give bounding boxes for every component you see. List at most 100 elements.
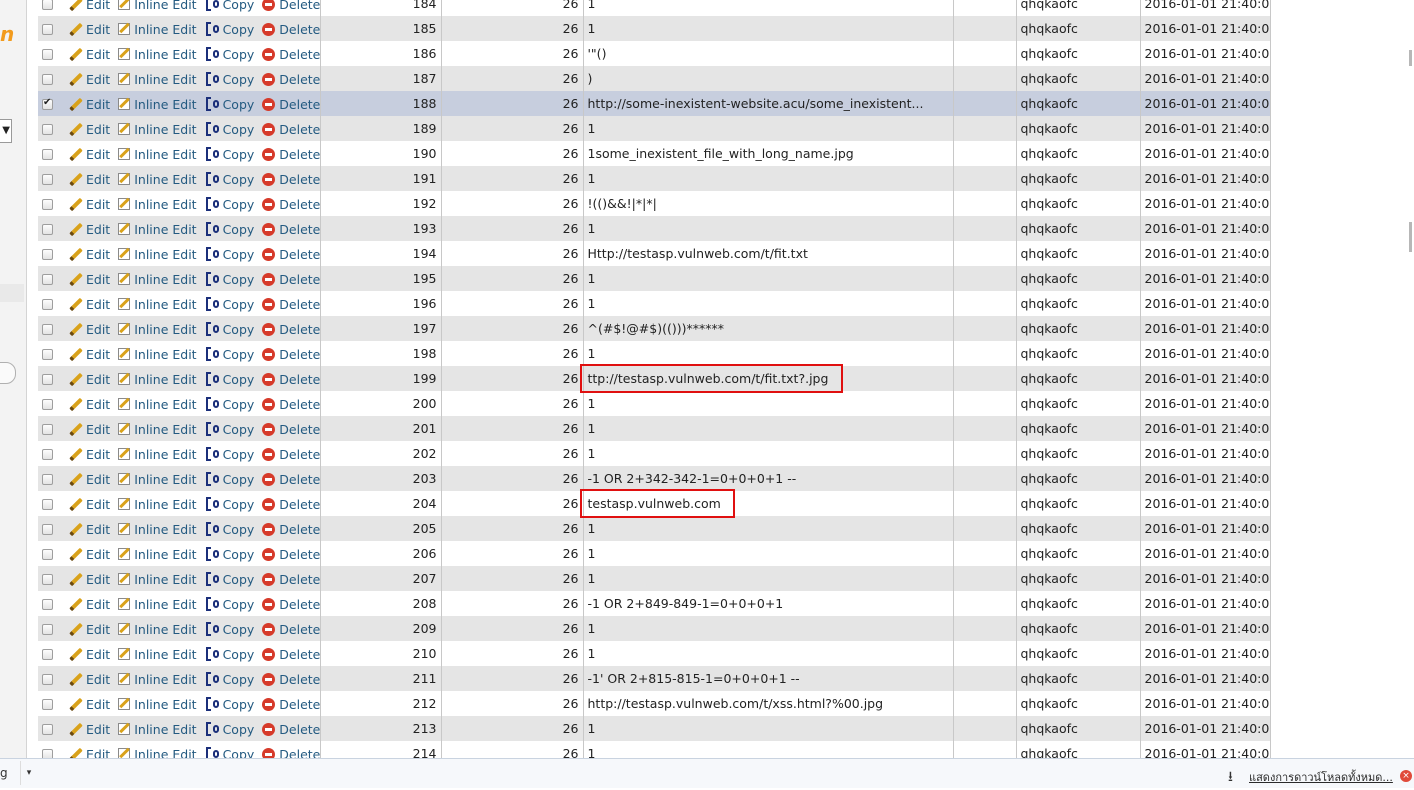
- cell-empty[interactable]: [953, 491, 1017, 516]
- inline-edit-link[interactable]: Inline Edit: [134, 222, 196, 237]
- cell-id[interactable]: 200: [320, 391, 442, 416]
- cell-value[interactable]: 1: [583, 391, 954, 416]
- cell-col-b[interactable]: 26: [441, 41, 584, 66]
- edit-link[interactable]: Edit: [86, 172, 110, 187]
- cell-value[interactable]: http://some-inexistent-website.acu/some_…: [583, 91, 954, 116]
- cell-user[interactable]: qhqkaofc: [1016, 591, 1141, 616]
- copy-link[interactable]: Copy: [223, 572, 255, 587]
- cell-user[interactable]: qhqkaofc: [1016, 416, 1141, 441]
- row-checkbox[interactable]: [42, 373, 53, 385]
- edit-link[interactable]: Edit: [86, 147, 110, 162]
- cell-value[interactable]: ^(#$!@#$)(()))******: [583, 316, 954, 341]
- cell-col-b[interactable]: 26: [441, 691, 584, 716]
- cell-empty[interactable]: [953, 266, 1017, 291]
- cell-id[interactable]: 191: [320, 166, 442, 191]
- cell-date[interactable]: 2016-01-01 21:40:03: [1140, 291, 1271, 316]
- cell-col-b[interactable]: 26: [441, 0, 584, 16]
- table-row[interactable]: Edit Inline Edit Copy Delete 212 26 http://tes…: [38, 691, 1271, 716]
- cell-empty[interactable]: [953, 441, 1017, 466]
- cell-user[interactable]: qhqkaofc: [1016, 466, 1141, 491]
- inline-edit-link[interactable]: Inline Edit: [134, 122, 196, 137]
- edit-link[interactable]: Edit: [86, 197, 110, 212]
- table-row[interactable]: Edit Inline Edit Copy Delete 186 26 '"() qhqkao…: [38, 41, 1271, 66]
- cell-value[interactable]: 1: [583, 616, 954, 641]
- cell-empty[interactable]: [953, 566, 1017, 591]
- cell-col-b[interactable]: 26: [441, 141, 584, 166]
- edit-link[interactable]: Edit: [86, 422, 110, 437]
- row-checkbox[interactable]: [42, 248, 53, 260]
- cell-user[interactable]: qhqkaofc: [1016, 441, 1141, 466]
- cell-value[interactable]: 1: [583, 541, 954, 566]
- edit-link[interactable]: Edit: [86, 0, 110, 12]
- inline-edit-link[interactable]: Inline Edit: [134, 97, 196, 112]
- cell-date[interactable]: 2016-01-01 21:40:03: [1140, 616, 1271, 641]
- row-checkbox[interactable]: [42, 97, 53, 110]
- row-checkbox[interactable]: [42, 448, 53, 460]
- cell-id[interactable]: 186: [320, 41, 442, 66]
- table-row[interactable]: Edit Inline Edit Copy Delete 205 26 1 qhqkaofc 2…: [38, 516, 1271, 541]
- edit-link[interactable]: Edit: [86, 322, 110, 337]
- cell-date[interactable]: 2016-01-01 21:40:03: [1140, 41, 1271, 66]
- cell-empty[interactable]: [953, 666, 1017, 691]
- cell-date[interactable]: 2016-01-01 21:40:03: [1140, 366, 1271, 391]
- copy-link[interactable]: Copy: [223, 122, 255, 137]
- copy-link[interactable]: Copy: [223, 147, 255, 162]
- inline-edit-link[interactable]: Inline Edit: [134, 347, 196, 362]
- cell-col-b[interactable]: 26: [441, 316, 584, 341]
- cell-empty[interactable]: [953, 216, 1017, 241]
- inline-edit-link[interactable]: Inline Edit: [134, 397, 196, 412]
- cell-id[interactable]: 187: [320, 66, 442, 91]
- table-row[interactable]: Edit Inline Edit Copy Delete 206 26 1 qhqkaofc 2…: [38, 541, 1271, 566]
- cell-user[interactable]: qhqkaofc: [1016, 691, 1141, 716]
- cell-value[interactable]: 1: [583, 566, 954, 591]
- row-checkbox[interactable]: [42, 648, 53, 660]
- inline-edit-link[interactable]: Inline Edit: [134, 297, 196, 312]
- table-row[interactable]: Edit Inline Edit Copy Delete 211 26 -1' OR 2+8…: [38, 666, 1271, 691]
- edit-link[interactable]: Edit: [86, 697, 110, 712]
- delete-link[interactable]: Delete: [279, 722, 319, 737]
- cell-value[interactable]: !(()&&!|*|*|: [583, 191, 954, 216]
- row-checkbox[interactable]: [42, 723, 53, 735]
- cell-col-b[interactable]: 26: [441, 216, 584, 241]
- cell-id[interactable]: 201: [320, 416, 442, 441]
- inline-edit-link[interactable]: Inline Edit: [134, 0, 196, 12]
- cell-value[interactable]: 1: [583, 641, 954, 666]
- cell-col-b[interactable]: 26: [441, 491, 584, 516]
- inline-edit-link[interactable]: Inline Edit: [134, 322, 196, 337]
- edit-link[interactable]: Edit: [86, 397, 110, 412]
- cell-empty[interactable]: [953, 291, 1017, 316]
- copy-link[interactable]: Copy: [223, 247, 255, 262]
- cell-value[interactable]: 1: [583, 716, 954, 741]
- copy-link[interactable]: Copy: [223, 172, 255, 187]
- edit-link[interactable]: Edit: [86, 47, 110, 62]
- table-row[interactable]: Edit Inline Edit Copy Delete 189 26 1 qhqkaofc 2…: [38, 116, 1271, 141]
- edit-link[interactable]: Edit: [86, 297, 110, 312]
- edit-link[interactable]: Edit: [86, 622, 110, 637]
- cell-col-b[interactable]: 26: [441, 591, 584, 616]
- cell-col-b[interactable]: 26: [441, 116, 584, 141]
- delete-link[interactable]: Delete: [279, 322, 319, 337]
- copy-link[interactable]: Copy: [223, 22, 255, 37]
- edit-link[interactable]: Edit: [86, 672, 110, 687]
- cell-date[interactable]: 2016-01-01 21:40:03: [1140, 216, 1271, 241]
- delete-link[interactable]: Delete: [279, 72, 319, 87]
- inline-edit-link[interactable]: Inline Edit: [134, 472, 196, 487]
- cell-value[interactable]: 1: [583, 441, 954, 466]
- cell-date[interactable]: 2016-01-01 21:40:03: [1140, 566, 1271, 591]
- edit-link[interactable]: Edit: [86, 72, 110, 87]
- row-checkbox[interactable]: [42, 573, 53, 585]
- table-row[interactable]: Edit Inline Edit Copy Delete 202 26 1 qhqkaofc 2…: [38, 441, 1271, 466]
- inline-edit-link[interactable]: Inline Edit: [134, 547, 196, 562]
- cell-empty[interactable]: [953, 391, 1017, 416]
- inline-edit-link[interactable]: Inline Edit: [134, 147, 196, 162]
- cell-date[interactable]: 2016-01-01 21:40:03: [1140, 66, 1271, 91]
- cell-empty[interactable]: [953, 516, 1017, 541]
- row-checkbox[interactable]: [42, 48, 53, 60]
- download-item-dropdown[interactable]: ▾: [20, 761, 37, 785]
- cell-id[interactable]: 212: [320, 691, 442, 716]
- copy-link[interactable]: Copy: [223, 522, 255, 537]
- cell-date[interactable]: 2016-01-01 21:40:03: [1140, 141, 1271, 166]
- cell-empty[interactable]: [953, 641, 1017, 666]
- row-checkbox[interactable]: [42, 398, 53, 410]
- delete-link[interactable]: Delete: [279, 672, 319, 687]
